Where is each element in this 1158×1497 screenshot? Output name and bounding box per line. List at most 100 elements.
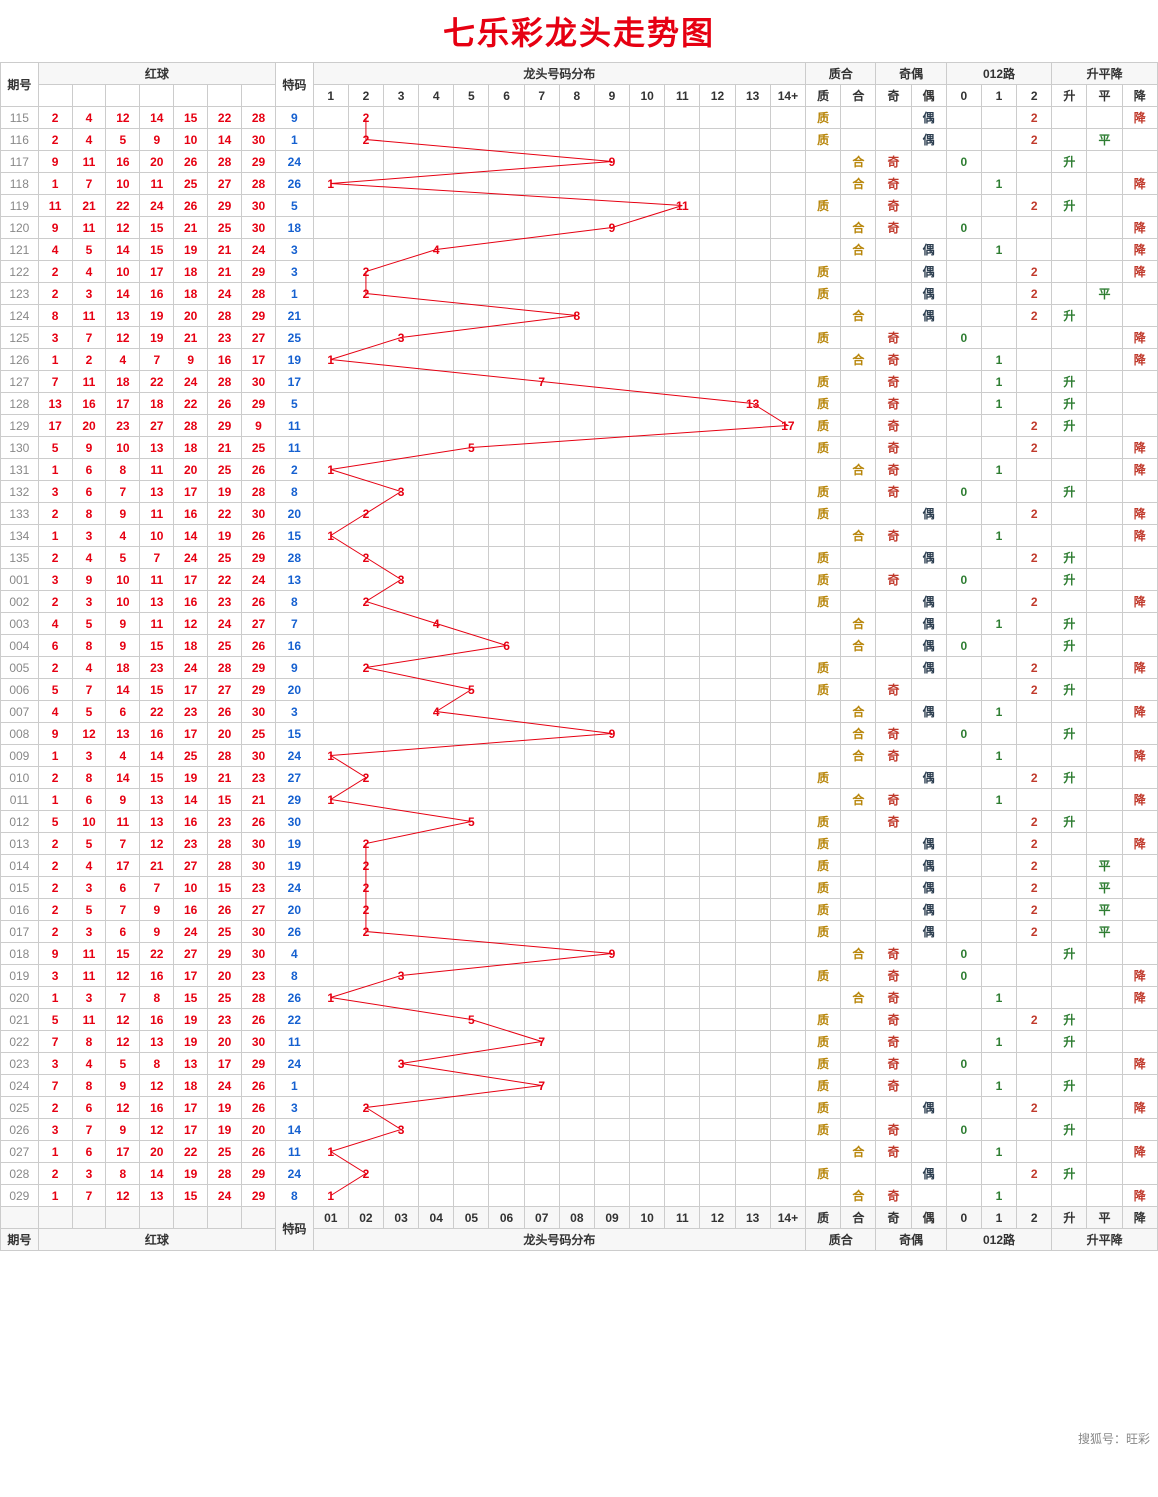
dist-cell bbox=[770, 855, 805, 877]
zhi-cell: 质 bbox=[806, 877, 841, 899]
lu-cell bbox=[981, 943, 1016, 965]
red-cell: 1 bbox=[38, 459, 72, 481]
dist-cell bbox=[700, 569, 735, 591]
dist-cell bbox=[454, 283, 489, 305]
down-cell bbox=[1122, 569, 1157, 591]
he-cell: 合 bbox=[841, 943, 876, 965]
dist-cell bbox=[419, 261, 454, 283]
lu-cell: 0 bbox=[946, 723, 981, 745]
dist-cell bbox=[630, 1185, 665, 1207]
down-cell bbox=[1122, 481, 1157, 503]
dist-cell bbox=[489, 393, 524, 415]
red-cell: 7 bbox=[72, 1185, 106, 1207]
dist-cell bbox=[524, 1053, 559, 1075]
f-dist: 10 bbox=[630, 1207, 665, 1229]
dist-cell bbox=[770, 327, 805, 349]
up-cell: 升 bbox=[1052, 1163, 1087, 1185]
ji-cell: 奇 bbox=[876, 965, 911, 987]
dist-cell bbox=[700, 415, 735, 437]
dist-cell bbox=[454, 327, 489, 349]
table-row: 010281415192123272质偶2升 bbox=[1, 767, 1158, 789]
dist-cell bbox=[489, 569, 524, 591]
red-cell: 7 bbox=[38, 1031, 72, 1053]
dist-cell bbox=[313, 921, 348, 943]
f-dist: 04 bbox=[419, 1207, 454, 1229]
red-cell: 22 bbox=[140, 371, 174, 393]
special-cell: 19 bbox=[276, 349, 314, 371]
table-row: 12323141618242812质偶2平 bbox=[1, 283, 1158, 305]
dist-cell bbox=[594, 503, 629, 525]
ji-cell bbox=[876, 767, 911, 789]
dist-cell bbox=[559, 547, 594, 569]
dist-cell bbox=[700, 1119, 735, 1141]
down-cell bbox=[1122, 305, 1157, 327]
dist-cell bbox=[419, 1141, 454, 1163]
red-cell: 29 bbox=[208, 195, 242, 217]
dist-cell bbox=[700, 195, 735, 217]
dist-cell bbox=[348, 525, 383, 547]
red-cell: 24 bbox=[208, 613, 242, 635]
f-dist: 06 bbox=[489, 1207, 524, 1229]
dist-cell bbox=[735, 943, 770, 965]
dist-cell bbox=[594, 371, 629, 393]
dist-cell bbox=[630, 833, 665, 855]
dist-col: 6 bbox=[489, 85, 524, 107]
dist-cell bbox=[489, 811, 524, 833]
dist-cell bbox=[594, 459, 629, 481]
red-cell: 4 bbox=[72, 855, 106, 877]
dist-hit: 9 bbox=[594, 723, 629, 745]
dist-cell bbox=[700, 811, 735, 833]
red-cell: 19 bbox=[174, 1009, 208, 1031]
lu-cell: 2 bbox=[1017, 1097, 1052, 1119]
dist-cell bbox=[665, 1119, 700, 1141]
red-cell: 26 bbox=[242, 635, 276, 657]
dist-cell bbox=[559, 173, 594, 195]
special-cell: 13 bbox=[276, 569, 314, 591]
red-cell: 24 bbox=[174, 371, 208, 393]
flat-cell bbox=[1087, 943, 1122, 965]
ou-cell: 偶 bbox=[911, 1163, 946, 1185]
red-cell: 6 bbox=[72, 481, 106, 503]
red-cell: 21 bbox=[174, 327, 208, 349]
dist-cell bbox=[384, 371, 419, 393]
dist-cell bbox=[594, 195, 629, 217]
lu-cell: 0 bbox=[946, 481, 981, 503]
period-cell: 118 bbox=[1, 173, 39, 195]
special-cell: 11 bbox=[276, 437, 314, 459]
ji-cell bbox=[876, 305, 911, 327]
red-cell: 24 bbox=[174, 547, 208, 569]
down-cell bbox=[1122, 613, 1157, 635]
lu-cell: 1 bbox=[981, 745, 1016, 767]
he-cell: 合 bbox=[841, 745, 876, 767]
dist-cell bbox=[559, 767, 594, 789]
lu-cell: 0 bbox=[946, 327, 981, 349]
dist-cell bbox=[630, 459, 665, 481]
flat-cell bbox=[1087, 701, 1122, 723]
red-cell: 11 bbox=[140, 613, 174, 635]
f2-zh: 质合 bbox=[806, 1229, 876, 1251]
dist-cell bbox=[454, 1097, 489, 1119]
red-cell: 11 bbox=[38, 195, 72, 217]
lu-cell: 2 bbox=[1017, 899, 1052, 921]
red-cell: 28 bbox=[242, 173, 276, 195]
dist-col: 2 bbox=[348, 85, 383, 107]
red-cell: 17 bbox=[174, 679, 208, 701]
dist-cell bbox=[313, 1119, 348, 1141]
down-cell: 降 bbox=[1122, 657, 1157, 679]
zhi-cell: 质 bbox=[806, 327, 841, 349]
he-cell bbox=[841, 657, 876, 679]
period-cell: 129 bbox=[1, 415, 39, 437]
red-cell: 26 bbox=[242, 1097, 276, 1119]
table-row: 1179111620262829249合奇0升 bbox=[1, 151, 1158, 173]
ji-cell: 奇 bbox=[876, 393, 911, 415]
lu-cell bbox=[981, 877, 1016, 899]
red-cell: 15 bbox=[140, 679, 174, 701]
dist-cell bbox=[454, 701, 489, 723]
dist-cell bbox=[313, 723, 348, 745]
he-cell bbox=[841, 855, 876, 877]
period-cell: 004 bbox=[1, 635, 39, 657]
dist-cell bbox=[524, 239, 559, 261]
dist-cell bbox=[489, 459, 524, 481]
lu-cell bbox=[946, 371, 981, 393]
down-cell: 降 bbox=[1122, 1097, 1157, 1119]
